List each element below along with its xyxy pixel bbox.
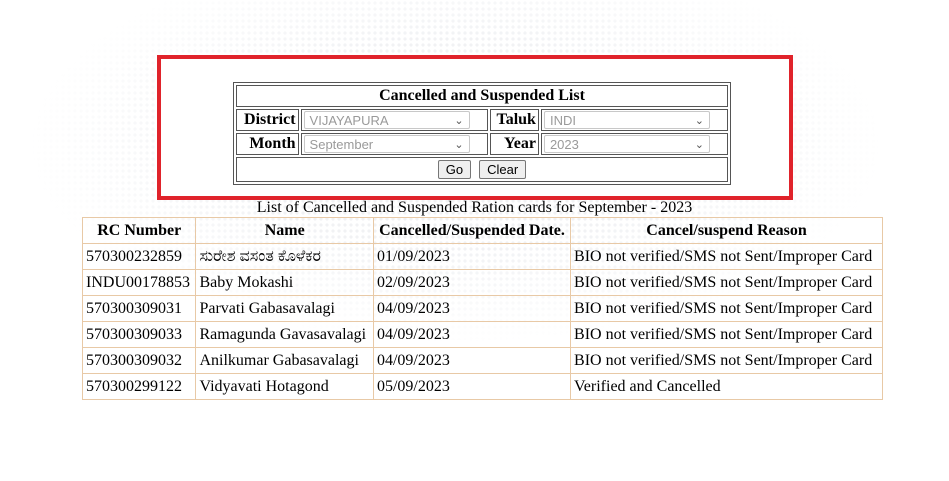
cell-rc-number: 570300299122 [81, 373, 197, 400]
month-label: Month [236, 133, 299, 155]
chevron-down-icon: ⌄ [694, 139, 704, 151]
header-rc-number: RC Number [81, 217, 197, 244]
cell-date: 04/09/2023 [372, 347, 572, 374]
cell-reason: BIO not verified/SMS not Sent/Improper C… [570, 347, 883, 374]
cell-rc-number: INDU00178853 [81, 269, 197, 296]
list-caption: List of Cancelled and Suspended Ration c… [256, 199, 693, 216]
cell-rc-number: 570300309033 [81, 321, 197, 348]
cell-name: Baby Mokashi [195, 269, 374, 296]
taluk-select[interactable]: INDI ⌄ [543, 111, 710, 129]
cell-rc-number: 570300309031 [81, 295, 197, 322]
chevron-down-icon: ⌄ [454, 115, 464, 127]
cell-date: 01/09/2023 [372, 243, 572, 270]
chevron-down-icon: ⌄ [454, 139, 464, 151]
cell-name: Ramagunda Gavasavalagi [195, 321, 374, 348]
cell-name: Anilkumar Gabasavalagi [195, 347, 374, 374]
table-row: 570300232859 ಸುರೇಶ ವಸಂತ ಕೊಳೆಕರ 01/09/202… [81, 243, 883, 270]
header-name: Name [195, 217, 374, 244]
month-select-value: September [309, 137, 374, 152]
cell-reason: BIO not verified/SMS not Sent/Improper C… [570, 295, 883, 322]
header-reason: Cancel/suspend Reason [570, 217, 883, 244]
filter-title: Cancelled and Suspended List [236, 85, 728, 107]
year-label: Year [489, 133, 539, 155]
cell-date: 04/09/2023 [372, 321, 572, 348]
cell-name: Vidyavati Hotagond [195, 373, 374, 400]
taluk-label: Taluk [489, 109, 539, 131]
cell-date: 04/09/2023 [372, 295, 572, 322]
filter-form: Cancelled and Suspended List District VI… [233, 82, 731, 185]
cell-date: 05/09/2023 [372, 373, 572, 400]
cell-reason: BIO not verified/SMS not Sent/Improper C… [570, 269, 883, 296]
cell-reason: BIO not verified/SMS not Sent/Improper C… [570, 243, 883, 270]
table-header-row: RC Number Name Cancelled/Suspended Date.… [81, 217, 883, 244]
cell-reason: BIO not verified/SMS not Sent/Improper C… [570, 321, 883, 348]
cancelled-cards-table: RC Number Name Cancelled/Suspended Date.… [81, 217, 883, 400]
header-date: Cancelled/Suspended Date. [372, 217, 572, 244]
clear-button[interactable]: Clear [479, 160, 527, 179]
district-select[interactable]: VIJAYAPURA ⌄ [303, 111, 470, 129]
filter-actions: Go Clear [236, 157, 728, 182]
table-row: INDU00178853 Baby Mokashi 02/09/2023 BIO… [81, 269, 883, 296]
cell-name: ಸುರೇಶ ವಸಂತ ಕೊಳೆಕರ [195, 243, 374, 270]
go-button[interactable]: Go [437, 160, 472, 179]
district-label: District [236, 109, 299, 131]
table-row: 570300309032 Anilkumar Gabasavalagi 04/0… [81, 347, 883, 374]
cell-name: Parvati Gabasavalagi [195, 295, 374, 322]
cell-reason: Verified and Cancelled [570, 373, 883, 400]
district-select-value: VIJAYAPURA [309, 113, 389, 128]
taluk-select-value: INDI [549, 113, 576, 128]
cell-rc-number: 570300309032 [81, 347, 197, 374]
table-row: 570300309031 Parvati Gabasavalagi 04/09/… [81, 295, 883, 322]
chevron-down-icon: ⌄ [694, 115, 704, 127]
cell-date: 02/09/2023 [372, 269, 572, 296]
year-select-value: 2023 [549, 137, 579, 152]
year-select[interactable]: 2023 ⌄ [543, 135, 710, 153]
table-row: 570300299122 Vidyavati Hotagond 05/09/20… [81, 373, 883, 400]
table-row: 570300309033 Ramagunda Gavasavalagi 04/0… [81, 321, 883, 348]
month-select[interactable]: September ⌄ [303, 135, 470, 153]
cell-rc-number: 570300232859 [81, 243, 197, 270]
